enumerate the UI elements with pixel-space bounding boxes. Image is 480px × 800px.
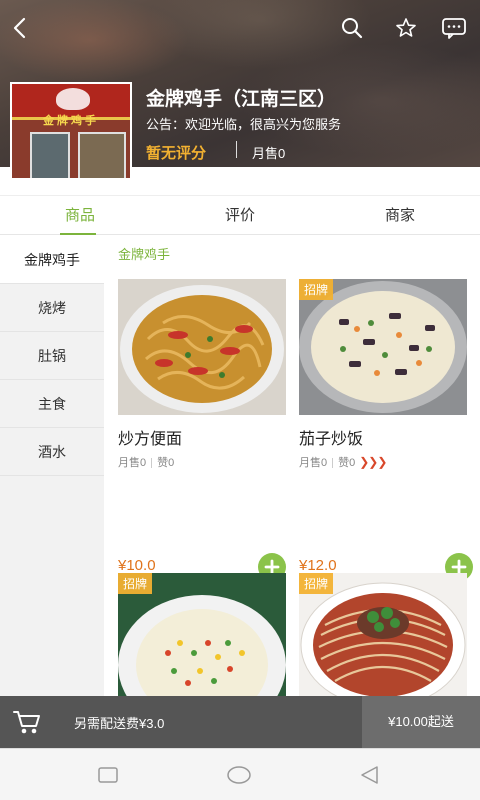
product-meta: 月售0 赞0 [118,454,174,470]
category-item[interactable]: 酒水 [0,428,104,476]
tab-label: 评价 [224,207,255,224]
divider [236,141,237,158]
product-likes: 赞0 [338,457,356,469]
delivery-fee: 另需配送费¥3.0 [74,716,165,731]
product-photo [118,279,286,415]
signature-badge: 招牌 [299,573,334,594]
product-name: 茄子炒饭 [299,431,364,448]
chili-pepper-icon: ❯❯❯ [359,455,387,469]
category-sidebar: 金牌鸡手 烧烤 肚锅 主食 酒水 [0,236,104,696]
shop-header: 金牌鸡手 金牌鸡手（江南三区） 公告：欢迎光临，很高兴为您服务 暂无评分 月售0 [0,0,480,195]
shop-sign-text: 金牌鸡手 [43,114,99,127]
product-photo: 招牌 [299,279,467,415]
star-icon[interactable] [390,12,422,44]
recent-apps-icon[interactable] [98,767,118,787]
product-card[interactable]: 招牌 [299,573,469,696]
product-photo: 招牌 [118,573,286,696]
category-item[interactable]: 主食 [0,380,104,428]
product-price: ¥12.0 [299,557,337,574]
minimum-order-button[interactable]: ¥10.00起送 [362,696,480,748]
divider [332,458,334,469]
tab-label: 商家 [384,207,415,224]
active-tab-indicator [60,233,96,235]
back-arrow-icon[interactable] [4,12,36,44]
product-photo: 招牌 [299,573,467,696]
search-icon[interactable] [336,12,368,44]
category-item[interactable]: 金牌鸡手 [0,236,104,284]
tab-label: 商品 [64,207,95,224]
product-sales: 月售0 [299,457,328,469]
shop-name: 金牌鸡手（江南三区） [146,89,337,110]
shop-photo: 金牌鸡手 [10,82,132,180]
category-item[interactable]: 烧烤 [0,284,104,332]
product-sales: 月售0 [118,457,147,469]
product-price: ¥10.0 [118,557,156,574]
shop-notice: 公告：欢迎光临，很高兴为您服务 [146,117,342,132]
top-bar [0,0,480,56]
shop-rating: 暂无评分 [146,145,207,162]
product-likes: 赞0 [157,457,175,469]
home-icon[interactable] [226,765,252,789]
tab-reviews[interactable]: 评价 [160,196,320,236]
tab-products[interactable]: 商品 [0,196,160,236]
signature-badge: 招牌 [299,279,334,300]
shopping-cart-icon[interactable] [12,708,42,736]
product-meta: 月售0 赞0 ❯❯❯ [299,454,387,470]
back-triangle-icon[interactable] [358,764,380,790]
tab-merchant[interactable]: 商家 [320,196,480,236]
section-title: 金牌鸡手 [118,247,171,262]
shop-door [30,132,70,178]
tab-bar: 商品 评价 商家 [0,195,480,235]
divider [151,458,153,469]
shop-page: 金牌鸡手 金牌鸡手（江南三区） 公告：欢迎光临，很高兴为您服务 暂无评分 月售0… [0,0,480,800]
product-list: 金牌鸡手 炒方便面 月售0 赞0 ¥10.0 招牌 茄子炒饭 月售0 赞0 ❯❯… [104,236,480,696]
cart-bar[interactable]: 另需配送费¥3.0 ¥10.00起送 [0,696,480,748]
category-item[interactable]: 肚锅 [0,332,104,380]
product-card[interactable]: 炒方便面 月售0 赞0 ¥10.0 [118,279,288,581]
shop-window [78,132,126,178]
chat-bubble-icon[interactable] [438,12,470,44]
product-card[interactable]: 招牌 茄子炒饭 月售0 赞0 ❯❯❯ ¥12.0 [299,279,473,581]
product-card[interactable]: 招牌 [118,573,288,696]
signature-badge: 招牌 [118,573,153,594]
product-name: 炒方便面 [118,431,183,448]
shop-logo [56,88,90,110]
monthly-sales: 月售0 [252,146,286,161]
system-nav-bar [0,748,480,800]
